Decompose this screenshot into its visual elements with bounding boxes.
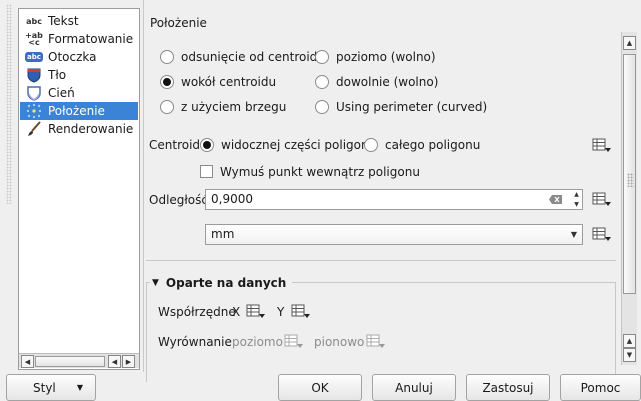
sidebar-item-polozenie[interactable]: Położenie [20,102,138,120]
x-label: X [232,305,241,319]
button-label: OK [311,380,329,395]
ok-button[interactable]: OK [278,374,362,401]
abc-text-icon: abc [26,16,42,26]
button-label: Zastosuj [482,380,534,395]
data-defined-group-header[interactable]: ▼ Oparte na danych [150,276,293,290]
buffer-abc-icon: abc [25,52,43,62]
radio-offset-from-centroid[interactable]: odsunięcie od centroidu [160,50,325,64]
distance-input[interactable]: 0,9000 [205,189,583,210]
radio-label: całego poligonu [385,138,481,152]
spin-up-icon[interactable]: ▲ [570,190,583,200]
chevron-down-icon: ▼ [570,230,577,239]
sidebar-item-renderowanie[interactable]: Renderowanie [20,120,138,138]
radio-label: z użyciem brzegu [181,100,287,114]
horizontal-alignment-label: poziomo [232,335,283,349]
group-title: Oparte na danych [165,276,287,290]
button-label: Pomoc [580,380,621,395]
sidebar-item-cien[interactable]: Cień [20,84,138,102]
style-menu-button[interactable]: Styl ▼ [6,374,96,401]
sidebar-item-label: Cień [48,86,75,100]
data-defined-override-icon[interactable] [591,136,613,154]
scroll-thumb[interactable] [623,54,636,294]
radio-around-centroid[interactable]: wokół centroidu [160,75,276,89]
radio-using-perimeter[interactable]: z użyciem brzegu [160,100,286,114]
alignment-label: Wyrównanie [158,335,232,349]
scroll-left-button[interactable]: ◀ [21,355,34,368]
chevron-down-icon: ▼ [76,383,83,392]
sidebar-item-label: Tło [48,68,67,82]
separator [146,260,616,261]
radio-label: wokół centroidu [181,75,277,89]
radio-button[interactable] [315,75,329,89]
scroll-right-button[interactable]: ▶ [122,355,135,368]
radio-label: odsunięcie od centroidu [181,50,325,64]
sidebar-item-otoczka[interactable]: abc Otoczka [20,48,138,66]
cancel-button[interactable]: Anuluj [372,374,456,401]
section-title: Położenie [150,16,207,30]
panel-vertical-scrollbar[interactable]: ▲ ▲ ▼ [621,32,637,365]
scroll-up-button[interactable]: ▲ [623,36,636,50]
spin-down-icon[interactable]: ▼ [570,200,583,210]
data-defined-override-icon[interactable] [591,225,613,243]
sidebar-item-label: Renderowanie [48,122,134,136]
radio-button[interactable] [315,100,329,114]
radio-label: poziomo (wolno) [336,50,436,64]
data-defined-x-icon[interactable] [245,302,267,320]
data-defined-override-icon[interactable] [591,190,613,208]
radio-button[interactable] [315,50,329,64]
radio-label: Using perimeter (curved) [336,100,488,114]
force-point-inside-checkbox[interactable] [200,165,213,178]
placement-icon [24,103,44,119]
collapse-triangle-icon[interactable]: ▼ [152,278,159,288]
radio-button[interactable] [364,138,378,152]
centroid-label: Centroid [149,138,201,152]
scroll-up-button-2[interactable]: ▲ [623,334,636,348]
background-shield-icon [24,67,44,83]
help-button[interactable]: Pomoc [560,374,641,401]
coordinates-label: Współrzędne [158,305,236,319]
apply-button[interactable]: Zastosuj [466,374,550,401]
radio-centroid-whole-polygon[interactable]: całego poligonu [364,138,480,152]
button-label: Styl [33,380,56,395]
splitter-grip[interactable] [6,4,12,204]
sidebar-item-tlo[interactable]: Tło [20,66,138,84]
scroll-down-button[interactable]: ▼ [623,348,636,362]
radio-perimeter-curved[interactable]: Using perimeter (curved) [315,100,487,114]
sidebar-item-label: Formatowanie [48,32,134,46]
data-defined-horizontal-icon [284,334,303,348]
distance-spinbox-arrows[interactable]: ▲ ▼ [570,190,583,209]
shadow-icon [24,85,44,101]
scroll-thumb[interactable] [35,356,105,367]
distance-unit-select[interactable]: mm ▼ [205,224,583,245]
sidebar-item-formatowanie[interactable]: +ab <c Formatowanie [20,30,138,48]
radio-button[interactable] [160,50,174,64]
data-defined-vertical-icon [366,334,385,348]
distance-label: Odległość [149,193,208,207]
y-label: Y [277,305,285,319]
sidebar-item-label: Tekst [48,14,79,28]
radio-label: widocznej części poligonu [221,138,377,152]
panel-divider [143,0,144,372]
scroll-left-button-2[interactable]: ◀ [108,355,121,368]
vertical-alignment-label: pionowo [314,335,365,349]
sidebar-item-label: Położenie [48,104,105,118]
list-horizontal-scrollbar[interactable]: ◀ ◀ ▶ [19,353,139,368]
radio-centroid-visible-part[interactable]: widocznej części poligonu [200,138,376,152]
radio-button[interactable] [160,100,174,114]
radio-label: dowolnie (wolno) [336,75,439,89]
sidebar-item-label: Otoczka [48,50,97,64]
sidebar-item-tekst[interactable]: abc Tekst [20,12,138,30]
force-point-inside-label: Wymuś punkt wewnątrz poligonu [220,165,420,179]
render-brush-icon [24,121,44,137]
select-value: mm [211,227,235,241]
data-defined-y-icon[interactable] [290,302,312,320]
properties-category-list[interactable]: abc Tekst +ab <c Formatowanie abc Otoczka… [18,8,140,370]
text-format-icon: +ab <c [25,31,43,47]
radio-button[interactable] [200,138,214,152]
radio-button[interactable] [160,75,174,89]
radio-horizontal-slow[interactable]: poziomo (wolno) [315,50,436,64]
button-label: Anuluj [395,380,433,395]
radio-free-slow[interactable]: dowolnie (wolno) [315,75,438,89]
clear-icon[interactable] [549,195,562,204]
